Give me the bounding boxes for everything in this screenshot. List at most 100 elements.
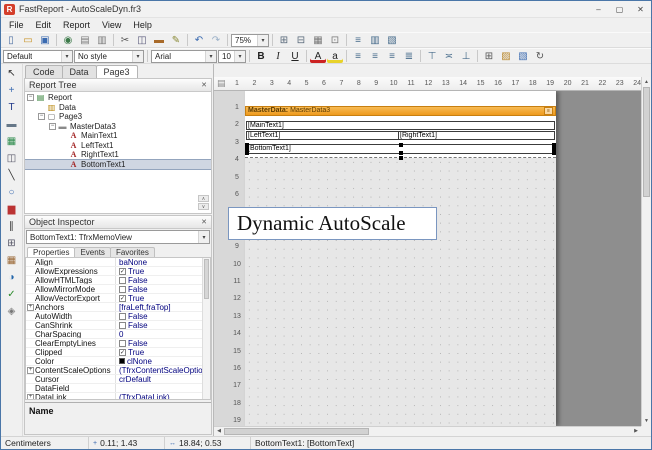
band-bottom-divider[interactable] [245,156,556,160]
gauge-object-tool[interactable]: ◑ [3,270,20,285]
memo-maintext1[interactable]: [MainText1] [246,121,555,130]
select-tool[interactable]: ↖ [3,66,20,81]
property-row[interactable]: Cursor crDefault [26,375,210,384]
font-select[interactable]: Arial ▾ [151,49,217,63]
style-select[interactable]: Default ▾ [3,49,73,63]
checkbox-icon[interactable]: ✓ [119,348,126,356]
report-tree-toggle[interactable]: ≡ [350,33,366,47]
map-object-tool[interactable]: ◈ [3,304,20,319]
rotate-button[interactable]: ↻ [532,49,548,63]
selection-handle[interactable] [245,151,249,155]
memo-righttext1[interactable]: [RightText1] [398,131,555,140]
checkbox-icon[interactable] [119,285,126,293]
tree-node-righttext1[interactable]: A RightText1 [25,150,211,160]
scroll-up-icon[interactable]: ∧ [198,195,209,202]
horizontal-scroll-thumb[interactable] [224,428,369,435]
open-report-button[interactable]: ▭ [20,33,36,47]
inspector-tab-favorites[interactable]: Favorites [109,247,155,257]
preview-button[interactable]: ◉ [60,33,76,47]
selection-handle[interactable] [398,151,403,155]
design-canvas[interactable]: 12345678910111213141516171819 MasterData… [214,91,641,426]
scroll-left-arrow-icon[interactable]: ◀ [214,427,224,436]
scroll-right-arrow-icon[interactable]: ▶ [631,427,641,436]
line-color-button[interactable]: ▧ [515,49,531,63]
horizontal-ruler[interactable]: ▤ 1 2 3 4 5 6 7 8 9 10 11 12 13 14 15 16 17 18 19 20 21 22 23 2… [214,77,641,91]
report-page[interactable]: MasterData: MasterData3 ≡ [MainText1] [L… [245,91,556,426]
align-center-button[interactable]: ≡ [367,49,383,63]
valign-top-button[interactable]: ⊤ [424,49,440,63]
tree-node-bottomtext1[interactable]: A BottomText1 [25,158,211,170]
bold-button[interactable]: B [253,49,269,63]
group-button[interactable]: ⊞ [276,33,292,47]
expand-icon[interactable]: + [27,304,34,311]
inspector-scrollbar[interactable] [202,258,210,399]
inspector-scroll-thumb[interactable] [204,259,209,299]
menu-item-help[interactable]: Help [127,20,158,30]
menu-item-file[interactable]: File [3,20,30,30]
close-icon[interactable]: ✕ [201,81,207,89]
italic-button[interactable]: I [270,49,286,63]
table-object-tool[interactable]: ▦ [3,253,20,268]
align-justify-button[interactable]: ≣ [401,49,417,63]
vertical-scroll-thumb[interactable] [643,87,650,197]
tree-node-masterdata3[interactable]: − ▬ MasterData3 [25,122,211,132]
tab-page3[interactable]: Page3 [95,65,138,78]
scroll-up-arrow-icon[interactable]: ▲ [642,77,651,87]
checkbox-icon[interactable] [119,339,126,347]
selection-handle[interactable] [398,143,403,147]
font-size-select[interactable]: 10 ▾ [218,49,246,63]
expand-icon[interactable]: + [27,367,34,374]
expand-icon[interactable]: + [27,394,34,399]
property-row[interactable]: + DataLink (TfrxDataLink) [26,393,210,399]
menu-item-edit[interactable]: Edit [30,20,58,30]
valign-bottom-button[interactable]: ⊥ [458,49,474,63]
page-settings-button[interactable]: ▥ [94,33,110,47]
align-right-button[interactable]: ≡ [384,49,400,63]
fill-color-button[interactable]: ▨ [498,49,514,63]
autoscale-text-object[interactable]: Dynamic AutoScale [228,207,437,240]
copy-button[interactable]: ◫ [134,33,150,47]
style2-select[interactable]: No style ▾ [74,49,144,63]
scroll-down-icon[interactable]: ∨ [198,203,209,210]
valign-middle-button[interactable]: ≍ [441,49,457,63]
show-grid-button[interactable]: ▦ [310,33,326,47]
ungroup-button[interactable]: ⊟ [293,33,309,47]
shape-object-tool[interactable]: ○ [3,185,20,200]
menu-item-view[interactable]: View [96,20,127,30]
minimize-button[interactable]: – [588,1,609,17]
picture-object-tool[interactable]: ▦ [3,134,20,149]
chart-object-tool[interactable]: ▆ [3,202,20,217]
inspector-toggle[interactable]: ▧ [384,33,400,47]
subreport-object-tool[interactable]: ◫ [3,151,20,166]
save-report-button[interactable]: ▣ [37,33,53,47]
zoom-select[interactable]: 75% ▾ [231,33,269,47]
tree-node-report[interactable]: − ▤ Report [25,93,211,103]
tab-code[interactable]: Code [25,65,63,78]
tree-node-data[interactable]: ▥ Data [25,103,211,113]
underline-button[interactable]: U [287,49,303,63]
expander-icon[interactable]: − [27,94,34,102]
borders-button[interactable]: ⊞ [481,49,497,63]
align-to-grid-button[interactable]: ⊡ [327,33,343,47]
inspector-tab-properties[interactable]: Properties [27,247,76,257]
text-object-tool[interactable]: T [3,100,20,115]
barcode-object-tool[interactable]: ∥ [3,219,20,234]
tree-node-page3[interactable]: − ▢ Page3 [25,112,211,122]
band-resize-handle[interactable] [398,156,403,160]
paste-button[interactable]: ▬ [151,33,167,47]
checkbox-icon[interactable] [119,312,126,320]
scroll-down-arrow-icon[interactable]: ▼ [642,416,651,426]
horizontal-scrollbar[interactable]: ◀ ▶ [214,426,641,436]
hand-tool[interactable]: + [3,83,20,98]
font-color-button[interactable]: A [310,49,326,63]
checkbox-icon[interactable] [119,276,126,284]
band-menu-icon[interactable]: ≡ [544,107,553,115]
inspector-tab-events[interactable]: Events [74,247,111,257]
tree-node-lefttext1[interactable]: A LeftText1 [25,141,211,151]
align-left-button[interactable]: ≡ [350,49,366,63]
checkbox-icon[interactable]: ✓ [119,267,126,275]
crosstab-object-tool[interactable]: ⊞ [3,236,20,251]
checkbox-object-tool[interactable]: ✓ [3,287,20,302]
object-selector[interactable]: BottomText1: TfrxMemoView ▾ [26,230,210,244]
cut-button[interactable]: ✂ [117,33,133,47]
